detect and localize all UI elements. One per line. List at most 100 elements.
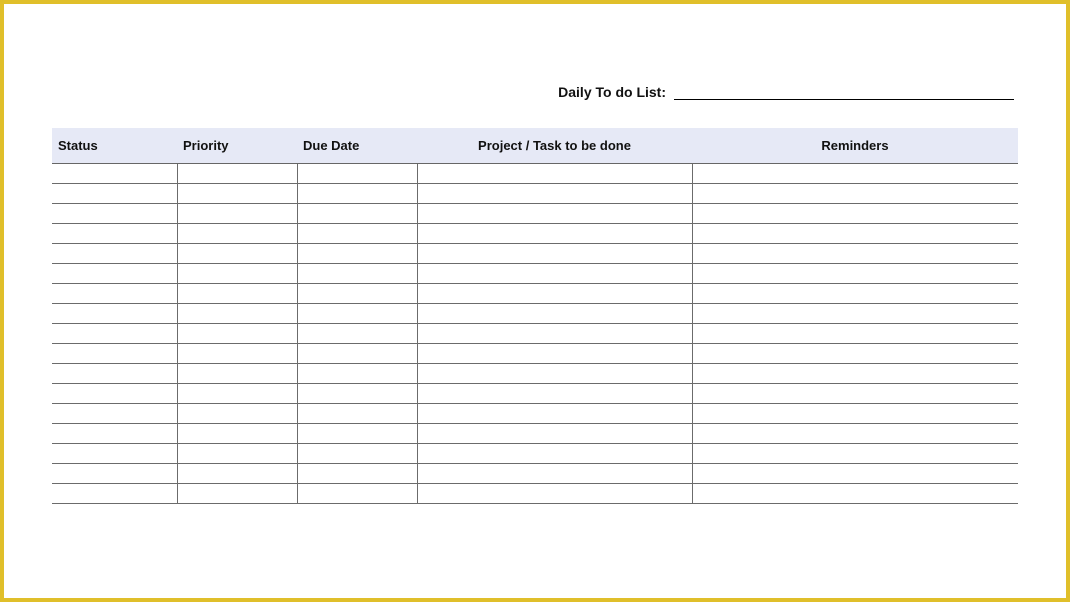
table-cell xyxy=(692,404,1018,424)
col-due-date: Due Date xyxy=(297,128,417,164)
table-cell xyxy=(52,484,177,504)
table-cell xyxy=(177,344,297,364)
table-cell xyxy=(177,484,297,504)
table-cell xyxy=(692,224,1018,244)
table-row xyxy=(52,224,1018,244)
table-cell xyxy=(417,324,692,344)
table-cell xyxy=(692,244,1018,264)
table-row xyxy=(52,244,1018,264)
col-project: Project / Task to be done xyxy=(417,128,692,164)
table-cell xyxy=(417,364,692,384)
table-row xyxy=(52,324,1018,344)
table-cell xyxy=(52,364,177,384)
table-row xyxy=(52,464,1018,484)
table-body xyxy=(52,164,1018,504)
table-cell xyxy=(297,484,417,504)
table-cell xyxy=(297,424,417,444)
table-cell xyxy=(692,204,1018,224)
table-cell xyxy=(177,304,297,324)
table-cell xyxy=(177,364,297,384)
table-cell xyxy=(52,244,177,264)
col-priority: Priority xyxy=(177,128,297,164)
table-cell xyxy=(417,304,692,324)
table-cell xyxy=(177,404,297,424)
table-cell xyxy=(417,404,692,424)
table-cell xyxy=(52,304,177,324)
table-cell xyxy=(297,204,417,224)
table-cell xyxy=(692,164,1018,184)
table-cell xyxy=(417,224,692,244)
table-cell xyxy=(692,284,1018,304)
table-cell xyxy=(297,404,417,424)
table-row xyxy=(52,304,1018,324)
table-cell xyxy=(177,284,297,304)
table-cell xyxy=(177,424,297,444)
table-cell xyxy=(692,464,1018,484)
table-cell xyxy=(297,244,417,264)
title-underline xyxy=(674,84,1014,100)
table-cell xyxy=(177,224,297,244)
table-cell xyxy=(417,384,692,404)
table-cell xyxy=(52,444,177,464)
table-row xyxy=(52,344,1018,364)
table-cell xyxy=(177,204,297,224)
table-cell xyxy=(52,224,177,244)
table-row xyxy=(52,284,1018,304)
table-cell xyxy=(417,264,692,284)
table-cell xyxy=(297,224,417,244)
table-cell xyxy=(692,324,1018,344)
table-cell xyxy=(297,264,417,284)
table-cell xyxy=(52,264,177,284)
table-row xyxy=(52,484,1018,504)
table-cell xyxy=(52,344,177,364)
table-cell xyxy=(177,264,297,284)
table-cell xyxy=(417,184,692,204)
table-cell xyxy=(417,164,692,184)
table-cell xyxy=(52,404,177,424)
todo-table: Status Priority Due Date Project / Task … xyxy=(52,128,1018,504)
table-cell xyxy=(52,284,177,304)
table-cell xyxy=(297,324,417,344)
table-cell xyxy=(177,324,297,344)
table-cell xyxy=(177,464,297,484)
table-cell xyxy=(297,464,417,484)
table-header-row: Status Priority Due Date Project / Task … xyxy=(52,128,1018,164)
table-row xyxy=(52,384,1018,404)
table-row xyxy=(52,184,1018,204)
table-cell xyxy=(692,424,1018,444)
table-cell xyxy=(52,464,177,484)
title-row: Daily To do List: xyxy=(52,84,1018,100)
table-cell xyxy=(692,444,1018,464)
table-cell xyxy=(417,464,692,484)
table-row xyxy=(52,444,1018,464)
table-cell xyxy=(177,244,297,264)
table-cell xyxy=(692,384,1018,404)
table-cell xyxy=(692,184,1018,204)
table-cell xyxy=(417,344,692,364)
table-cell xyxy=(177,444,297,464)
table-cell xyxy=(417,284,692,304)
table-cell xyxy=(692,344,1018,364)
table-cell xyxy=(52,384,177,404)
table-cell xyxy=(297,304,417,324)
table-cell xyxy=(52,204,177,224)
table-cell xyxy=(692,304,1018,324)
table-cell xyxy=(297,184,417,204)
table-cell xyxy=(417,484,692,504)
table-cell xyxy=(297,444,417,464)
table-cell xyxy=(417,444,692,464)
table-cell xyxy=(297,384,417,404)
table-cell xyxy=(52,324,177,344)
table-cell xyxy=(52,184,177,204)
todo-sheet: Daily To do List: Status Priority Due Da… xyxy=(52,84,1018,504)
table-cell xyxy=(297,364,417,384)
title-label: Daily To do List: xyxy=(558,84,666,100)
col-reminders: Reminders xyxy=(692,128,1018,164)
table-row xyxy=(52,264,1018,284)
table-cell xyxy=(417,244,692,264)
table-cell xyxy=(297,164,417,184)
table-row xyxy=(52,404,1018,424)
table-row xyxy=(52,204,1018,224)
table-row xyxy=(52,164,1018,184)
table-cell xyxy=(417,424,692,444)
